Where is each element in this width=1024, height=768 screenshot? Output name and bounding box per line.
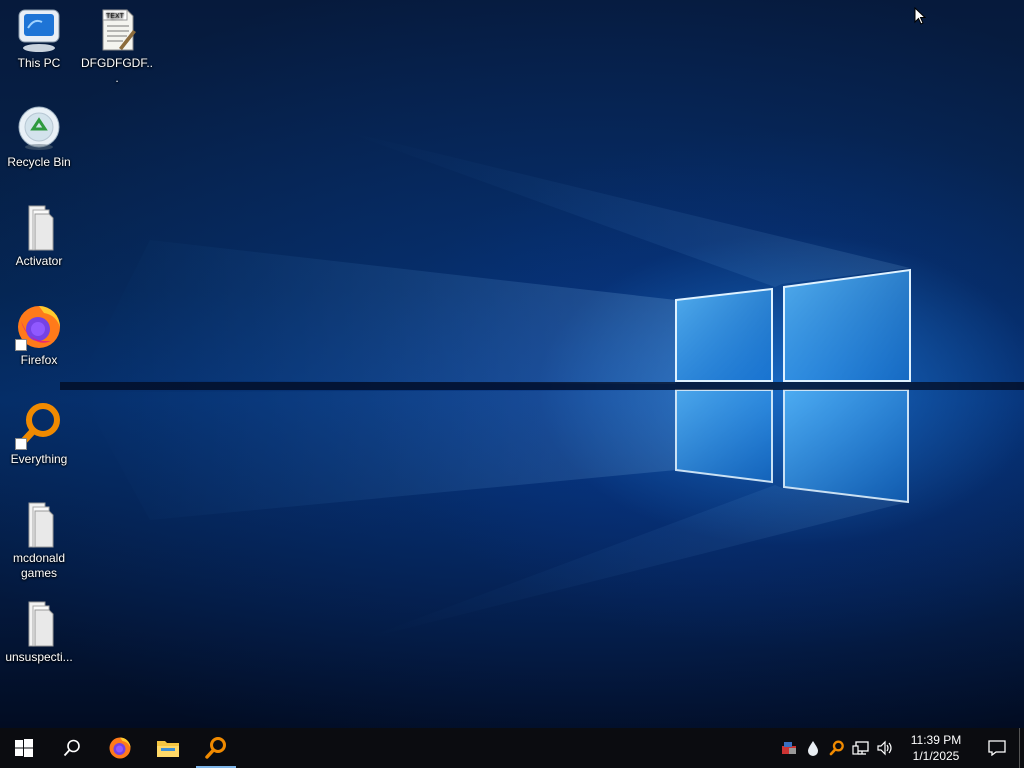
windows-logo-icon (15, 739, 33, 757)
notification-icon (988, 740, 1006, 756)
clock-date: 1/1/2025 (912, 749, 960, 763)
desktop-icon-label: This PC (17, 56, 61, 70)
recycle-bin-icon (15, 105, 63, 153)
desktop-icon-label: Recycle Bin (7, 155, 71, 169)
folder-icon (157, 741, 179, 757)
taskbar-file-explorer-button[interactable] (144, 728, 192, 768)
show-desktop-button[interactable] (1019, 728, 1024, 768)
shortcut-arrow-icon (15, 339, 27, 351)
desktop-icon-this-pc[interactable]: This PC (1, 6, 77, 71)
shortcut-arrow-icon (15, 438, 27, 450)
desktop-icon-label: unsuspecti... (5, 650, 73, 664)
everything-search-icon (205, 737, 226, 759)
folder-icon (15, 501, 63, 549)
search-icon (63, 739, 80, 757)
taskbar-clock[interactable]: 11:39 PM 1/1/2025 (903, 732, 969, 764)
desktop-wallpaper (0, 0, 1024, 728)
action-center-button[interactable] (975, 728, 1019, 768)
everything-search-icon (15, 402, 63, 450)
text-document-icon: TEXT (93, 6, 141, 54)
droplet-icon[interactable] (801, 728, 825, 768)
desktop-icon-label: Firefox (20, 353, 58, 367)
desktop-icon-activator[interactable]: Activator (1, 204, 77, 269)
desktop-icon-label: mcdonald games (12, 551, 66, 580)
svg-text:TEXT: TEXT (106, 13, 125, 20)
windows-logo-wallpaper (60, 130, 1024, 640)
mouse-pointer-icon (914, 6, 927, 30)
computer-icon (15, 6, 63, 54)
taskbar: 11:39 PM 1/1/2025 (0, 728, 1024, 768)
firefox-icon (15, 303, 63, 351)
taskbar-everything-button[interactable] (192, 728, 240, 768)
taskbar-firefox-button[interactable] (96, 728, 144, 768)
desktop-icon-mcdonald-games[interactable]: mcdonald games (1, 501, 77, 581)
taskbar-search-button[interactable] (48, 728, 96, 768)
desktop-icon-unsuspecting[interactable]: unsuspecti... (1, 600, 77, 665)
system-tray: 11:39 PM 1/1/2025 (777, 728, 1024, 768)
desktop-icon-text-file[interactable]: TEXT DFGDFGDF... (79, 6, 155, 86)
desktop-icon-label: Activator (15, 254, 63, 268)
folder-icon (15, 204, 63, 252)
desktop-icon-firefox[interactable]: Firefox (1, 303, 77, 368)
desktop-icon-everything[interactable]: Everything (1, 402, 77, 467)
start-button[interactable] (0, 728, 48, 768)
firefox-icon (109, 737, 131, 759)
desktop-icon-label: Everything (10, 452, 68, 466)
folder-icon (15, 600, 63, 648)
network-icon[interactable] (849, 728, 873, 768)
volume-icon[interactable] (873, 728, 897, 768)
desktop-icon-recycle-bin[interactable]: Recycle Bin (1, 105, 77, 170)
everything-search-icon[interactable] (825, 728, 849, 768)
desktop-icon-label: DFGDFGDF... (81, 56, 153, 85)
network-tool-icon[interactable] (777, 728, 801, 768)
clock-time: 11:39 PM (910, 733, 962, 747)
